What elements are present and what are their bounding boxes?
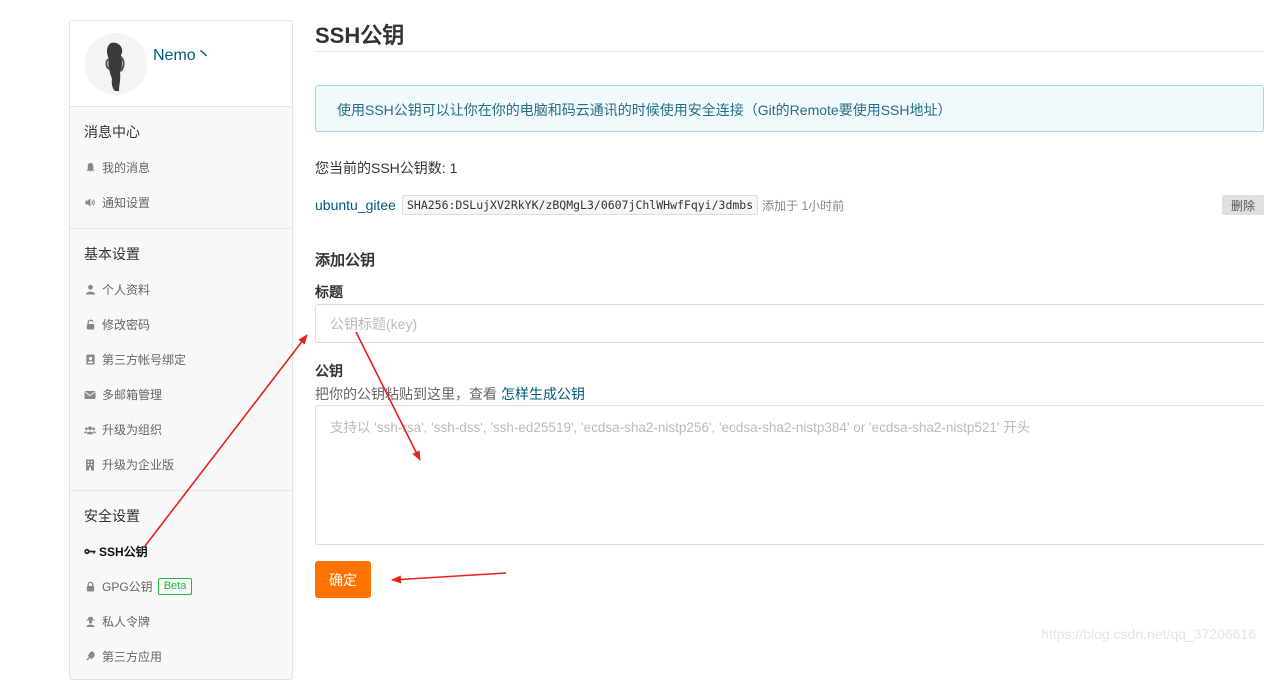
ssh-key-fingerprint: SHA256:DSLujXV2RkYK/zBQMgL3/0607jChlWHwf…	[401, 195, 759, 215]
sidebar-item-profile[interactable]: 个人资料	[70, 272, 292, 307]
id-card-icon	[84, 354, 96, 366]
page-title: SSH公钥	[315, 23, 405, 48]
watermark-text: https://blog.csdn.net/qq_37206616	[1041, 626, 1256, 642]
section-title: 安全设置	[84, 508, 140, 524]
sidebar-item-label: 修改密码	[102, 318, 151, 332]
sidebar-item-label: GPG公钥	[102, 580, 153, 594]
ssh-key-row: ubuntu_gitee SHA256:DSLujXV2RkYK/zBQMgL3…	[315, 194, 1264, 216]
sidebar-item-third-party-apps[interactable]: 第三方应用	[70, 639, 292, 674]
section-title: 基本设置	[84, 246, 140, 262]
sidebar-item-label: SSH公钥	[99, 545, 148, 559]
key-title-input[interactable]	[315, 304, 1264, 343]
user-secret-icon	[84, 616, 96, 628]
sidebar-item-private-tokens[interactable]: 私人令牌	[70, 604, 292, 639]
confirm-button[interactable]: 确定	[315, 561, 371, 598]
ssh-key-name-link[interactable]: ubuntu_gitee	[315, 197, 396, 213]
sidebar-item-label: 通知设置	[102, 196, 151, 210]
sidebar-item-label: 多邮箱管理	[102, 388, 163, 402]
delete-key-button[interactable]: 删除	[1222, 195, 1264, 215]
sidebar-item-label: 我的消息	[102, 161, 151, 175]
envelope-icon	[84, 389, 96, 401]
key-hint: 把你的公钥粘贴到这里，查看 怎样生成公钥	[315, 384, 585, 404]
sidebar-section-security: 安全设置 SSH公钥 GPG公钥 Beta 私人令牌 第三方应用	[70, 491, 292, 679]
main-content: SSH公钥 使用SSH公钥可以让你在你的电脑和码云通讯的时候使用安全连接（Git…	[315, 0, 1264, 654]
sidebar-item-upgrade-enterprise[interactable]: 升级为企业版	[70, 447, 292, 482]
title-label: 标题	[315, 284, 343, 300]
sidebar-section-messages: 消息中心 我的消息 通知设置	[70, 107, 292, 229]
ssh-key-count: 您当前的SSH公钥数: 1	[315, 160, 458, 176]
sidebar-item-label: 个人资料	[102, 283, 151, 297]
profile-card: Nemo丶	[70, 21, 292, 107]
key-icon	[84, 546, 96, 558]
lock-icon	[84, 581, 96, 593]
section-title: 消息中心	[84, 124, 140, 140]
sidebar-item-notification-settings[interactable]: 通知设置	[70, 185, 292, 220]
title-divider	[315, 51, 1264, 52]
username-link[interactable]: Nemo丶	[153, 41, 212, 65]
ssh-key-added-time: 添加于 1小时前	[762, 198, 845, 213]
plug-icon	[84, 651, 96, 663]
sidebar-item-my-messages[interactable]: 我的消息	[70, 150, 292, 185]
public-key-textarea[interactable]	[315, 405, 1264, 545]
users-icon	[84, 424, 96, 436]
info-notice: 使用SSH公钥可以让你在你的电脑和码云通讯的时候使用安全连接（Git的Remot…	[315, 85, 1264, 132]
sidebar-item-label: 第三方应用	[102, 650, 163, 664]
sidebar-item-ssh-keys[interactable]: SSH公钥	[70, 534, 292, 569]
user-icon	[84, 284, 96, 296]
sidebar-section-basic: 基本设置 个人资料 修改密码 第三方帐号绑定 多邮箱管理 升级为组织 升级为企业…	[70, 229, 292, 491]
unlock-icon	[84, 319, 96, 331]
sidebar: Nemo丶 消息中心 我的消息 通知设置 基本设置 个人资料 修改密码 第三方帐…	[69, 20, 293, 680]
sidebar-item-label: 第三方帐号绑定	[102, 353, 187, 367]
bell-icon	[84, 162, 96, 174]
key-label: 公钥	[315, 363, 343, 379]
sidebar-item-third-party-binding[interactable]: 第三方帐号绑定	[70, 342, 292, 377]
sidebar-item-label: 升级为企业版	[102, 458, 175, 472]
volume-icon	[84, 197, 96, 209]
sidebar-item-label: 升级为组织	[102, 423, 163, 437]
sidebar-item-upgrade-organization[interactable]: 升级为组织	[70, 412, 292, 447]
sidebar-item-gpg-keys[interactable]: GPG公钥 Beta	[70, 569, 292, 604]
sidebar-item-change-password[interactable]: 修改密码	[70, 307, 292, 342]
sidebar-item-label: 私人令牌	[102, 615, 151, 629]
add-key-heading: 添加公钥	[315, 252, 376, 269]
key-hint-text: 把你的公钥粘贴到这里，查看	[315, 386, 497, 402]
avatar[interactable]	[85, 33, 147, 95]
beta-badge: Beta	[157, 578, 193, 595]
building-icon	[84, 459, 96, 471]
how-to-generate-key-link[interactable]: 怎样生成公钥	[501, 386, 585, 402]
sidebar-item-email-management[interactable]: 多邮箱管理	[70, 377, 292, 412]
